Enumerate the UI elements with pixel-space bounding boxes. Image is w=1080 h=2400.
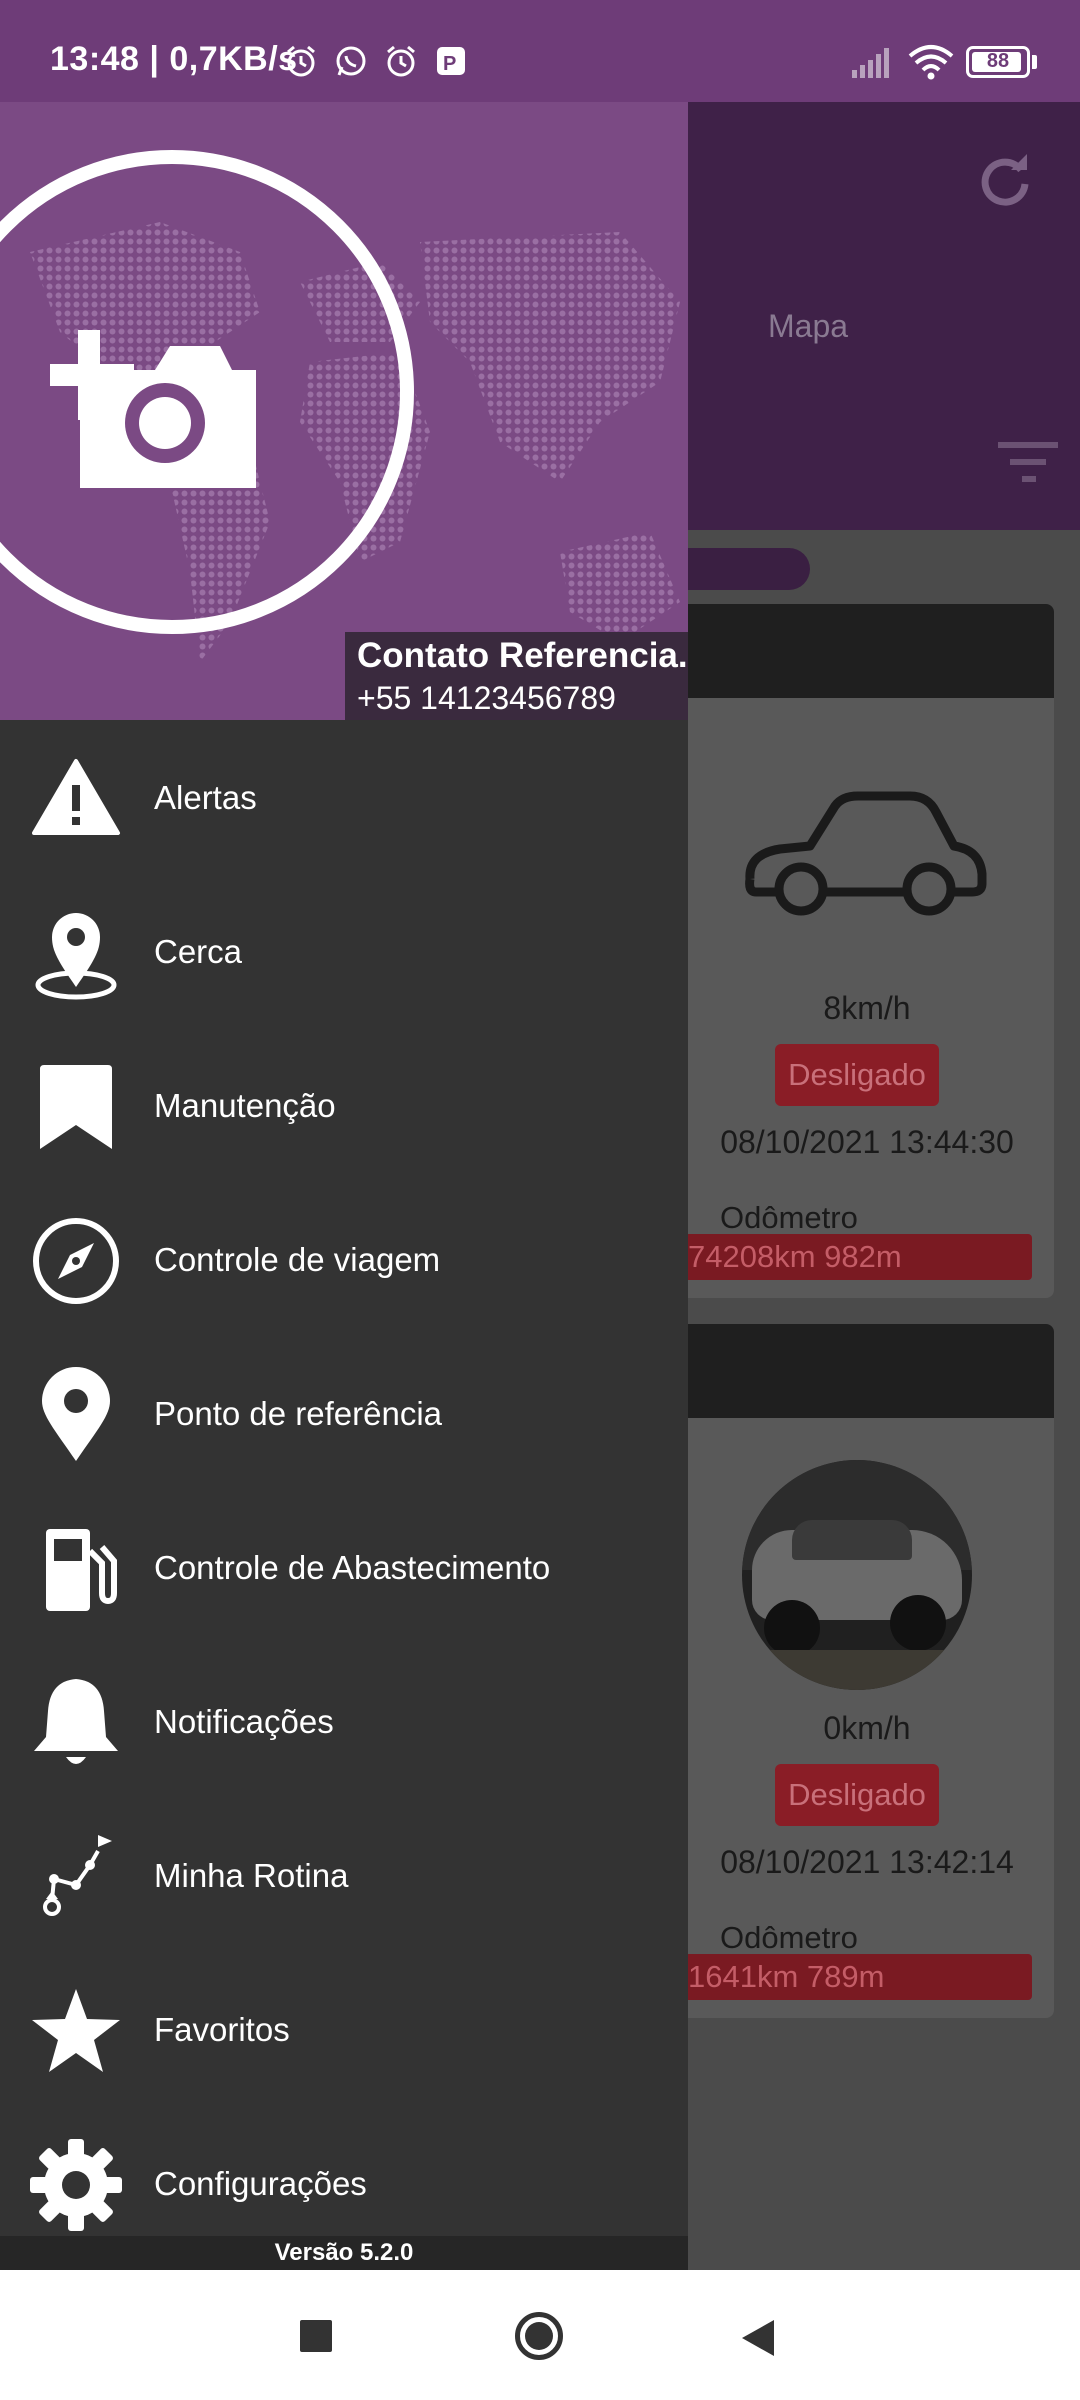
location-pin-icon <box>42 1367 110 1461</box>
battery-icon: 88 <box>966 46 1030 78</box>
menu-label: Controle de Abastecimento <box>154 1549 551 1586</box>
whatsapp-icon <box>336 46 366 76</box>
vehicle-datetime: 08/10/2021 13:42:14 <box>720 1844 1014 1880</box>
vehicle-card[interactable]: 8km/h Desligado 08/10/2021 13:44:30 Odôm… <box>680 604 1054 1298</box>
menu-item-manutencao[interactable]: Manutenção <box>0 1029 688 1183</box>
gear-icon <box>30 2139 122 2231</box>
add-photo-icon[interactable] <box>50 298 260 488</box>
vehicle-photo <box>742 1460 972 1690</box>
home-button[interactable] <box>515 2312 563 2360</box>
signal-icon <box>852 48 889 78</box>
vehicle-speed: 0km/h <box>823 1710 911 1746</box>
vehicle-card-header <box>680 604 1054 698</box>
tab-mapa[interactable]: Mapa <box>768 308 848 345</box>
menu-label: Favoritos <box>154 2011 290 2048</box>
wifi-icon <box>908 45 954 80</box>
vehicle-card-header <box>680 1324 1054 1418</box>
star-icon <box>32 1989 120 2072</box>
menu-label: Manutenção <box>154 1087 336 1124</box>
vehicle-speed: 8km/h <box>823 990 911 1026</box>
bell-icon <box>34 1679 118 1764</box>
contact-phone: +55 14123456789 <box>357 680 616 716</box>
menu-item-abastecimento[interactable]: Controle de Abastecimento <box>0 1491 688 1645</box>
system-nav-bar <box>0 2270 1080 2400</box>
alarm-icon <box>287 45 315 77</box>
geofence-pin-icon <box>35 913 117 1000</box>
menu-item-minha-rotina[interactable]: Minha Rotina <box>0 1799 688 1953</box>
menu-item-favoritos[interactable]: Favoritos <box>0 1953 688 2107</box>
menu-label: Alertas <box>154 779 257 816</box>
odometer-label: Odômetro <box>720 1920 858 1955</box>
parking-icon: P <box>437 47 465 75</box>
odometer-value: 1641km 789m <box>680 1954 1032 2000</box>
fuel-pump-icon <box>46 1529 117 1611</box>
car-outline-icon <box>745 791 987 916</box>
status-badge: Desligado <box>775 1764 939 1826</box>
alarm-icon <box>387 45 415 77</box>
contact-name[interactable]: Contato Referencia... <box>357 636 688 676</box>
status-bar: 13:48 | 0,7KB/s P 88 <box>0 0 1080 102</box>
refresh-icon[interactable] <box>975 150 1035 210</box>
vehicle-card[interactable]: 0km/h Desligado 08/10/2021 13:42:14 Odôm… <box>680 1324 1054 2018</box>
status-badge: Desligado <box>775 1044 939 1106</box>
warning-icon <box>32 759 120 835</box>
menu-label: Controle de viagem <box>154 1241 441 1278</box>
bookmark-icon <box>40 1065 112 1149</box>
menu-item-cerca[interactable]: Cerca <box>0 875 688 1029</box>
menu-item-notificacoes[interactable]: Notificações <box>0 1645 688 1799</box>
back-button[interactable] <box>740 2318 776 2358</box>
filter-icon[interactable] <box>998 440 1058 484</box>
menu-label: Cerca <box>154 933 243 970</box>
menu-label: Ponto de referência <box>154 1395 443 1432</box>
drawer-header: Contato Referencia... +55 14123456789 <box>0 102 688 720</box>
menu-item-alertas[interactable]: Alertas <box>0 721 688 875</box>
menu-label: Minha Rotina <box>154 1857 349 1894</box>
recents-button[interactable] <box>300 2320 332 2352</box>
route-icon <box>43 1835 112 1916</box>
navigation-drawer: Contato Referencia... +55 14123456789 Al… <box>0 102 688 2270</box>
menu-item-ponto-referencia[interactable]: Ponto de referência <box>0 1337 688 1491</box>
svg-text:P: P <box>443 53 456 75</box>
odometer-value: 74208km 982m <box>680 1234 1032 1280</box>
battery-level: 88 <box>986 50 1010 72</box>
version-label: Versão 5.2.0 <box>0 2236 688 2270</box>
status-time-speed: 13:48 | 0,7KB/s <box>50 40 298 78</box>
odometer-label: Odômetro <box>720 1200 858 1235</box>
vehicle-datetime: 08/10/2021 13:44:30 <box>720 1124 1014 1160</box>
menu-item-controle-viagem[interactable]: Controle de viagem <box>0 1183 688 1337</box>
compass-icon <box>33 1218 119 1304</box>
menu-label: Notificações <box>154 1703 334 1740</box>
